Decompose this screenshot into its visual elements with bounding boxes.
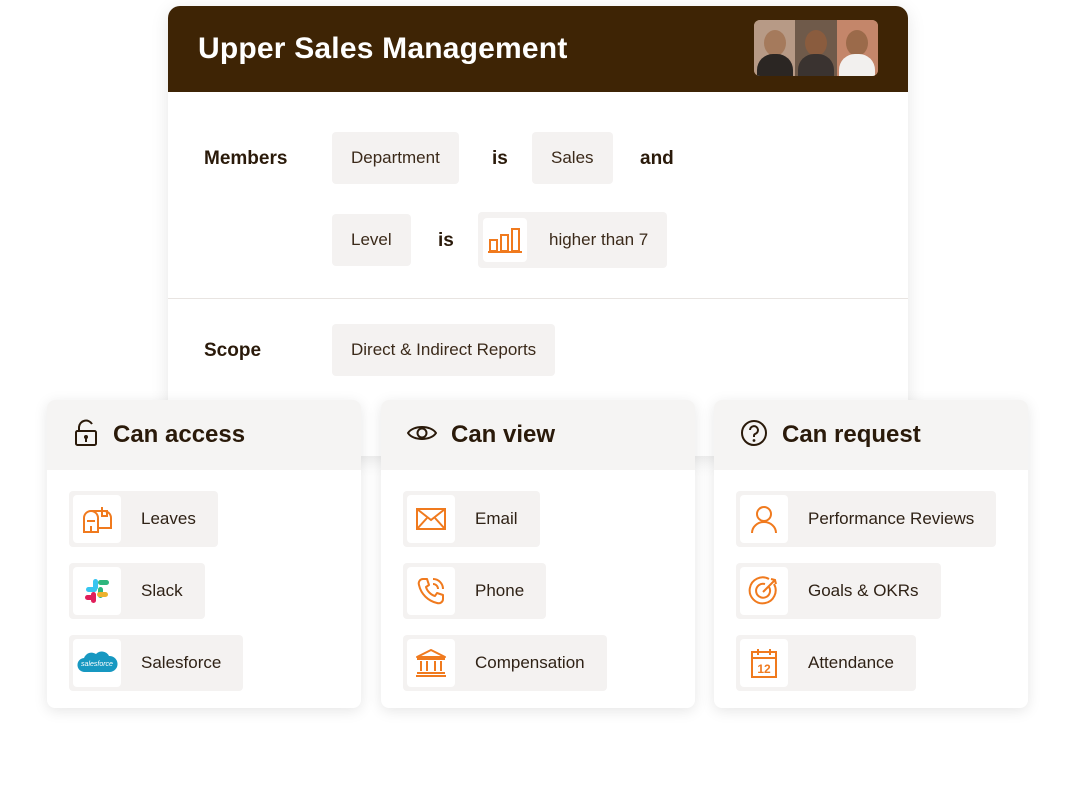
slack-logo-icon [73, 567, 121, 615]
group-title: Upper Sales Management [198, 32, 568, 65]
group-card: Upper Sales Management Members Departmen… [168, 6, 908, 456]
rule-value-chip-level[interactable]: higher than 7 [478, 212, 668, 268]
permission-item-label: Goals & OKRs [808, 581, 919, 600]
eye-icon [406, 422, 438, 449]
envelope-icon [407, 495, 455, 543]
can-access-header: Can access [47, 400, 361, 470]
bar-chart-icon [483, 218, 527, 262]
unlock-icon [73, 419, 99, 452]
section-divider [168, 298, 908, 299]
permission-item-label: Attendance [808, 653, 895, 672]
rule-value-text: higher than 7 [549, 230, 649, 249]
permission-item-label: Phone [475, 581, 525, 600]
can-view-header: Can view [381, 400, 695, 470]
mailbox-icon [73, 495, 121, 543]
permission-item-label: Performance Reviews [808, 509, 975, 528]
avatar [836, 20, 878, 76]
can-access-card: Can access Leaves Slack salesforce Sales… [47, 400, 361, 708]
can-request-header: Can request [714, 400, 1028, 470]
permission-item-phone[interactable]: Phone [403, 563, 547, 619]
permission-item-leaves[interactable]: Leaves [69, 491, 218, 547]
permission-item-compensation[interactable]: Compensation [403, 635, 607, 691]
avatar [795, 20, 837, 76]
can-view-title: Can view [451, 421, 556, 448]
target-icon [740, 567, 788, 615]
members-label: Members [204, 148, 288, 169]
rule-field-chip[interactable]: Department [332, 132, 459, 184]
person-icon [740, 495, 788, 543]
permission-item-slack[interactable]: Slack [69, 563, 205, 619]
bank-icon [407, 639, 455, 687]
svg-text:12: 12 [757, 662, 771, 676]
permission-item-goals-okrs[interactable]: Goals & OKRs [736, 563, 941, 619]
can-request-card: Can request Performance Reviews Goals & … [714, 400, 1028, 708]
permission-item-attendance[interactable]: 12 Attendance [736, 635, 917, 691]
permission-item-salesforce[interactable]: salesforce Salesforce [69, 635, 244, 691]
can-access-title: Can access [113, 421, 246, 448]
permission-item-label: Leaves [141, 509, 196, 528]
rule-join: and [640, 148, 674, 169]
avatar [754, 20, 796, 76]
question-circle-icon [740, 419, 768, 452]
rule-field-chip[interactable]: Level [332, 214, 411, 266]
can-view-card: Can view Email Phone Compensation [381, 400, 695, 708]
permission-item-label: Slack [141, 581, 183, 600]
permission-item-email[interactable]: Email [403, 491, 540, 547]
permission-item-performance-reviews[interactable]: Performance Reviews [736, 491, 997, 547]
svg-text:salesforce: salesforce [81, 661, 113, 668]
phone-icon [407, 567, 455, 615]
calendar-icon: 12 [740, 639, 788, 687]
salesforce-logo-icon: salesforce [73, 639, 121, 687]
group-header: Upper Sales Management [168, 6, 908, 92]
can-request-title: Can request [782, 421, 921, 448]
permission-item-label: Compensation [475, 653, 585, 672]
scope-label: Scope [204, 340, 262, 361]
scope-value-chip[interactable]: Direct & Indirect Reports [332, 324, 556, 376]
rule-operator: is [438, 230, 454, 251]
permission-item-label: Email [475, 509, 518, 528]
rule-value-chip[interactable]: Sales [532, 132, 613, 184]
permission-item-label: Salesforce [141, 653, 222, 672]
member-avatars[interactable] [754, 20, 878, 76]
rule-operator: is [492, 148, 508, 169]
